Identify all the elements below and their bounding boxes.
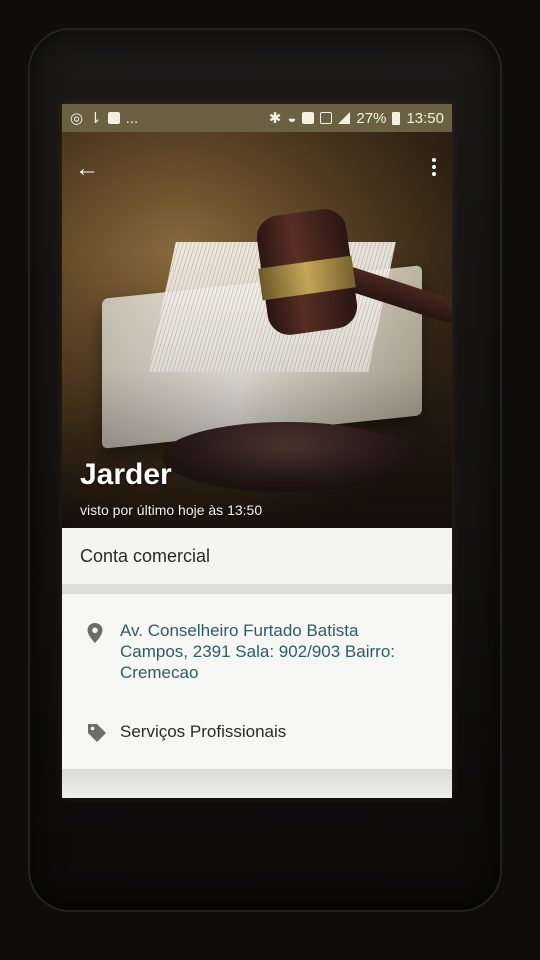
status-bar: ◎ ⇂ ... ✱ ◒ 27% 13:50 bbox=[62, 104, 452, 132]
tag-icon bbox=[88, 724, 106, 742]
facebook-icon bbox=[107, 112, 120, 124]
clock: 13:50 bbox=[406, 109, 444, 127]
notification-icon bbox=[302, 112, 315, 124]
scroll-continuation bbox=[62, 769, 452, 798]
wifi-icon: ◒ bbox=[287, 109, 297, 127]
category-row: Serviços Profissionais bbox=[62, 718, 452, 752]
battery-percent: 27% bbox=[356, 109, 387, 127]
business-account-text: Conta comercial bbox=[80, 545, 211, 566]
status-right: ✱ ◒ 27% 13:50 bbox=[268, 109, 444, 128]
last-seen-status: visto por último hoje às 13:50 bbox=[80, 502, 263, 518]
category-text: Serviços Profissionais bbox=[120, 722, 287, 741]
contact-name: Jarder bbox=[80, 458, 172, 491]
more-options-icon[interactable] bbox=[424, 152, 444, 182]
status-left: ◎ ⇂ ... bbox=[70, 109, 139, 128]
notification-overflow: ... bbox=[125, 109, 139, 127]
whatsapp-icon: ◎ bbox=[70, 110, 84, 127]
address-row[interactable]: Av. Conselheiro Furtado Batista Campos, … bbox=[62, 620, 452, 690]
back-arrow-icon[interactable]: ← bbox=[72, 154, 102, 184]
sim-icon: ⇂ bbox=[89, 110, 102, 127]
address-text[interactable]: Av. Conselheiro Furtado Batista Campos, … bbox=[120, 620, 420, 683]
bluetooth-icon: ✱ bbox=[268, 110, 282, 127]
no-sim-icon bbox=[320, 112, 333, 124]
business-account-label: Conta comercial bbox=[62, 528, 452, 594]
battery-icon bbox=[392, 111, 401, 125]
signal-icon bbox=[338, 112, 351, 124]
location-pin-icon bbox=[87, 623, 103, 643]
phone-screen: ◎ ⇂ ... ✱ ◒ 27% 13:50 ← Jarder visto por bbox=[62, 104, 452, 798]
business-details-card: Av. Conselheiro Furtado Batista Campos, … bbox=[62, 594, 452, 769]
profile-header-photo[interactable]: ← Jarder visto por último hoje às 13:50 bbox=[62, 132, 452, 528]
